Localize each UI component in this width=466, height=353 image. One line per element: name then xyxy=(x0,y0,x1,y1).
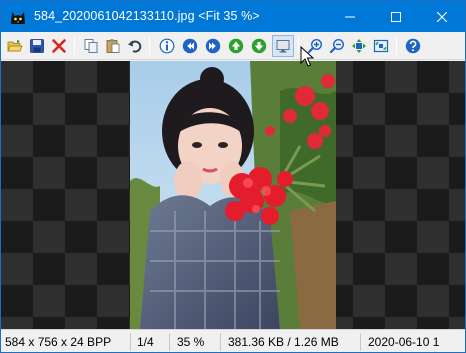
info-button[interactable] xyxy=(156,35,178,57)
status-dimensions: 584 x 756 x 24 BPP xyxy=(5,335,112,349)
status-separator xyxy=(220,333,221,351)
zoom-out-icon xyxy=(329,38,345,54)
status-separator xyxy=(169,333,170,351)
toolbar-separator xyxy=(74,37,75,55)
undo-icon xyxy=(128,40,142,53)
help-button[interactable] xyxy=(402,35,424,57)
down-icon xyxy=(251,38,267,54)
maximize-icon xyxy=(391,11,401,22)
fit-icon xyxy=(352,39,366,53)
delete-icon xyxy=(52,39,66,53)
minimize-icon xyxy=(345,16,355,17)
next-button[interactable] xyxy=(202,35,224,57)
toolbar-separator xyxy=(298,37,299,55)
minimize-button[interactable] xyxy=(327,1,373,32)
close-button[interactable] xyxy=(419,1,465,32)
open-folder-icon xyxy=(7,39,23,52)
close-icon xyxy=(437,11,447,22)
image-viewport[interactable] xyxy=(1,61,465,329)
save-button[interactable] xyxy=(26,35,48,57)
previous-icon xyxy=(182,38,198,54)
status-size: 381.36 KB / 1.26 MB xyxy=(228,335,339,349)
toolbar-separator xyxy=(149,37,150,55)
save-icon xyxy=(30,39,44,53)
help-icon xyxy=(405,38,421,54)
up-icon xyxy=(228,38,244,54)
toolbar xyxy=(1,32,465,60)
window-title: 584_2020061042133110.jpg <Fit 35 %> xyxy=(34,9,260,23)
previous-button[interactable] xyxy=(179,35,201,57)
info-icon xyxy=(159,38,175,54)
status-bar: 584 x 756 x 24 BPP 1/4 35 % 381.36 KB / … xyxy=(1,329,465,352)
status-separator xyxy=(360,333,361,351)
copy-icon xyxy=(84,39,98,53)
open-button[interactable] xyxy=(4,35,26,57)
status-index: 1/4 xyxy=(137,335,154,349)
maximize-button[interactable] xyxy=(373,1,419,32)
fullscreen-button[interactable] xyxy=(272,35,294,57)
paste-button[interactable] xyxy=(102,35,124,57)
image-viewer-window: 584_2020061042133110.jpg <Fit 35 %> 584 … xyxy=(0,0,466,353)
zoom-out-button[interactable] xyxy=(326,35,348,57)
undo-button[interactable] xyxy=(124,35,146,57)
up-button[interactable] xyxy=(225,35,247,57)
photo[interactable] xyxy=(130,61,336,329)
actual-size-button[interactable] xyxy=(370,35,392,57)
mouse-cursor-icon xyxy=(300,46,314,67)
copy-button[interactable] xyxy=(80,35,102,57)
delete-button[interactable] xyxy=(48,35,70,57)
actual-size-icon xyxy=(373,39,389,53)
toolbar-separator xyxy=(396,37,397,55)
next-icon xyxy=(205,38,221,54)
status-separator xyxy=(130,333,131,351)
title-bar[interactable]: 584_2020061042133110.jpg <Fit 35 %> xyxy=(1,1,465,32)
status-date: 2020-06-10 1 xyxy=(368,335,440,349)
paste-icon xyxy=(106,39,120,53)
status-zoom: 35 % xyxy=(177,335,205,349)
fullscreen-icon xyxy=(276,40,290,53)
down-button[interactable] xyxy=(248,35,270,57)
app-cat-icon xyxy=(9,8,27,26)
fit-button[interactable] xyxy=(348,35,370,57)
